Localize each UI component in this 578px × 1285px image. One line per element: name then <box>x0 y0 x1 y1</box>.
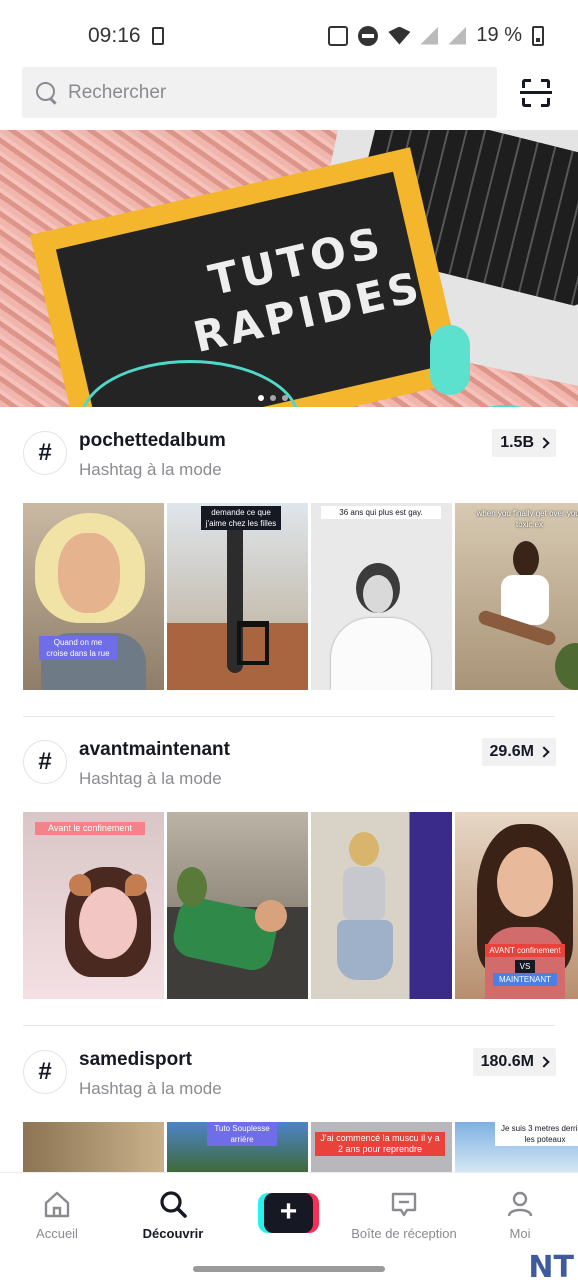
tab-discover[interactable]: Découvrir <box>143 1173 203 1257</box>
tab-home-label: Accueil <box>36 1226 78 1241</box>
hashtag-name: pochettedalbum <box>79 430 226 451</box>
view-count-button[interactable]: 1.5B <box>492 429 556 457</box>
video-thumbnail[interactable]: demande ce que j'aime chez les filles <box>167 503 308 690</box>
video-thumbnails: Quand on me croise dans la rue demande c… <box>23 503 578 690</box>
video-thumbnail[interactable]: AVANT confinement VS MAINTENANT <box>455 812 578 999</box>
inbox-icon <box>391 1192 417 1217</box>
hashtag-icon: # <box>23 740 67 784</box>
search-icon <box>160 1191 187 1218</box>
video-thumbnail[interactable] <box>167 812 308 999</box>
scan-icon <box>522 79 531 88</box>
view-count-button[interactable]: 29.6M <box>481 738 556 766</box>
nfc-icon <box>328 25 349 46</box>
chevron-right-icon <box>538 746 550 758</box>
wifi-icon <box>388 26 411 45</box>
section-divider <box>23 1025 555 1026</box>
view-count-button[interactable]: 180.6M <box>472 1048 556 1076</box>
thumb-figure <box>349 832 379 866</box>
status-bar: 09:16 19 % <box>0 0 578 70</box>
section-divider <box>23 716 555 717</box>
tab-me-label: Moi <box>509 1226 531 1241</box>
video-caption: Tuto Souplesse arrière <box>207 1122 277 1146</box>
hashtag-name: avantmaintenant <box>79 739 230 760</box>
home-gesture-bar[interactable] <box>193 1266 385 1272</box>
video-caption: Avant le confinement <box>35 822 145 835</box>
tab-inbox-label: Boîte de réception <box>351 1226 457 1241</box>
carousel-dot <box>258 395 264 401</box>
hashtag-header[interactable]: # avantmaintenant Hashtag à la mode 29.6… <box>0 737 578 807</box>
scan-qr-button[interactable] <box>520 77 552 109</box>
hashtag-icon: # <box>23 431 67 475</box>
hashtag-subtitle: Hashtag à la mode <box>79 460 222 479</box>
hashtag-name: samedisport <box>79 1049 192 1070</box>
carousel-dot <box>270 395 276 401</box>
plus-icon: + <box>264 1193 313 1233</box>
banner-headphone-cup <box>430 325 470 395</box>
home-icon <box>44 1191 70 1218</box>
video-caption: MAINTENANT <box>493 973 557 986</box>
view-count: 1.5B <box>500 434 534 451</box>
search-row <box>0 67 578 119</box>
hashtag-subtitle: Hashtag à la mode <box>79 1079 222 1098</box>
battery-icon <box>532 25 544 46</box>
video-caption: when you finally get over your toxic ex <box>476 509 578 529</box>
search-icon <box>36 81 58 104</box>
thumb-figure <box>513 541 539 577</box>
banner-title: TUTOS RAPIDES <box>188 217 428 363</box>
battery-saver-icon <box>152 27 164 45</box>
profile-icon <box>507 1191 533 1217</box>
featured-banner[interactable]: TUTOS RAPIDES <box>0 130 578 407</box>
video-thumbnails: Avant le confinement AVANT confinement V… <box>23 812 578 999</box>
hashtag-header[interactable]: # samedisport Hashtag à la mode 180.6M <box>0 1047 578 1117</box>
hashtag-header[interactable]: # pochettedalbum Hashtag à la mode 1.5B <box>0 428 578 498</box>
status-time: 09:16 <box>88 24 141 47</box>
carousel-dot <box>282 395 288 401</box>
video-thumbnail[interactable]: 36 ans qui plus est gay. <box>311 503 452 690</box>
battery-percent: 19 % <box>476 24 522 46</box>
create-video-button[interactable]: + <box>258 1193 319 1233</box>
video-thumbnails: Tuto Souplesse arrière J'ai commencé la … <box>23 1122 578 1172</box>
video-caption: demande ce que j'aime chez les filles <box>201 506 281 530</box>
carousel-indicator <box>258 395 288 401</box>
chevron-right-icon <box>538 1056 550 1068</box>
video-thumbnail[interactable]: J'ai commencé la muscu il y a 2 ans pour… <box>311 1122 452 1172</box>
view-count: 180.6M <box>480 1053 534 1070</box>
watermark-logo: NT <box>528 1250 574 1285</box>
video-caption: Je suis 3 metres derriere les poteaux <box>495 1122 578 1146</box>
video-caption: 36 ans qui plus est gay. <box>321 506 441 519</box>
video-thumbnail[interactable]: Tuto Souplesse arrière <box>167 1122 308 1172</box>
do-not-disturb-icon <box>358 25 379 46</box>
video-caption: VS <box>515 960 535 973</box>
video-caption: J'ai commencé la muscu il y a 2 ans pour… <box>315 1132 445 1156</box>
view-count: 29.6M <box>489 743 534 760</box>
video-thumbnail[interactable]: Je suis 3 metres derriere les poteaux <box>455 1122 578 1172</box>
video-thumbnail[interactable]: Quand on me croise dans la rue <box>23 503 164 690</box>
tab-inbox[interactable]: Boîte de réception <box>351 1173 457 1257</box>
bottom-tab-bar: Accueil Découvrir + Boîte de réception M… <box>0 1172 578 1256</box>
video-caption: AVANT confinement <box>485 944 565 957</box>
video-thumbnail[interactable]: when you finally get over your toxic ex <box>455 503 578 690</box>
video-thumbnail[interactable] <box>311 812 452 999</box>
hashtag-subtitle: Hashtag à la mode <box>79 769 222 788</box>
tab-discover-label: Découvrir <box>142 1226 204 1241</box>
video-thumbnail[interactable] <box>23 1122 164 1172</box>
system-nav-bar <box>0 1256 578 1285</box>
search-box[interactable] <box>22 67 497 118</box>
hashtag-icon: # <box>23 1050 67 1094</box>
tab-home[interactable]: Accueil <box>26 1173 88 1257</box>
tab-me[interactable]: Moi <box>505 1173 535 1257</box>
video-thumbnail[interactable]: Avant le confinement <box>23 812 164 999</box>
status-icons: 19 % <box>328 24 544 47</box>
video-caption: Quand on me croise dans la rue <box>39 636 117 660</box>
signal-icon-2 <box>448 26 467 45</box>
signal-icon <box>420 26 439 45</box>
chevron-right-icon <box>538 437 550 449</box>
search-input[interactable] <box>68 81 448 104</box>
